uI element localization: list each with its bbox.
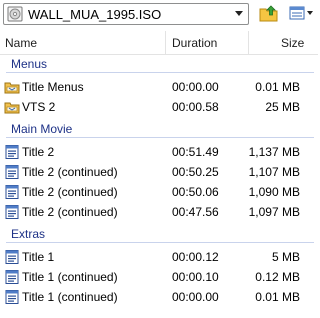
folder-up-button[interactable]: [257, 3, 281, 25]
group-label: Main Movie: [11, 122, 73, 136]
menu-folder-icon: [4, 79, 20, 95]
item-duration: 00:50.06: [172, 185, 219, 199]
group-label: Menus: [11, 57, 48, 71]
title-icon: [4, 144, 20, 160]
title-icon: [4, 269, 20, 285]
list-item[interactable]: Title 1 (continued) 00:00.10 0.12 MB: [0, 267, 318, 287]
item-name: Title Menus: [22, 80, 84, 94]
toolbar: WALL_MUA_1995.ISO: [0, 0, 318, 30]
group-header[interactable]: Menus: [0, 56, 318, 74]
item-name: Title 1 (continued): [22, 290, 118, 304]
list-item[interactable]: Title 2 00:51.49 1,137 MB: [0, 142, 318, 162]
item-name: VTS 2: [22, 100, 56, 114]
item-size: 1,137 MB: [248, 145, 300, 159]
list-item[interactable]: Title Menus 00:00.00 0.01 MB: [0, 77, 318, 97]
title-icon: [4, 184, 20, 200]
title-list: Menus Title Menus 00:00.00 0.01 MB VTS 2 00:0…: [0, 56, 318, 318]
group-header[interactable]: Extras: [0, 226, 318, 244]
column-header: Name Duration Size: [0, 31, 318, 55]
title-icon: [4, 164, 20, 180]
disc-selector[interactable]: WALL_MUA_1995.ISO: [3, 3, 249, 25]
group-divider: [6, 72, 314, 73]
item-duration: 00:50.25: [172, 165, 219, 179]
column-size[interactable]: Size: [281, 36, 304, 50]
item-size: 0.12 MB: [255, 270, 300, 284]
list-item[interactable]: Title 2 (continued) 00:50.25 1,107 MB: [0, 162, 318, 182]
list-item[interactable]: Title 1 00:00.12 5 MB: [0, 247, 318, 267]
item-size: 1,097 MB: [248, 205, 300, 219]
item-duration: 00:00.00: [172, 290, 219, 304]
item-name: Title 2: [22, 145, 55, 159]
column-divider[interactable]: [165, 31, 166, 55]
item-duration: 00:47.56: [172, 205, 219, 219]
column-name[interactable]: Name: [5, 36, 37, 50]
column-divider[interactable]: [248, 31, 249, 55]
item-size: 25 MB: [265, 100, 300, 114]
item-size: 1,090 MB: [248, 185, 300, 199]
list-item[interactable]: Title 2 (continued) 00:47.56 1,097 MB: [0, 202, 318, 222]
item-duration: 00:00.10: [172, 270, 219, 284]
column-duration[interactable]: Duration: [172, 36, 217, 50]
item-name: Title 2 (continued): [22, 205, 118, 219]
group-label: Extras: [11, 227, 46, 241]
item-size: 0.01 MB: [255, 80, 300, 94]
group-divider: [6, 137, 314, 138]
view-menu-icon: [289, 5, 315, 24]
item-duration: 00:00.12: [172, 250, 219, 264]
menu-folder-icon: [4, 99, 20, 115]
view-options-button[interactable]: [288, 3, 316, 25]
item-name: Title 2 (continued): [22, 165, 118, 179]
item-size: 0.01 MB: [255, 290, 300, 304]
item-duration: 00:00.00: [172, 80, 219, 94]
title-icon: [4, 204, 20, 220]
group-header[interactable]: Main Movie: [0, 121, 318, 139]
disc-icon: [7, 6, 23, 22]
disc-name: WALL_MUA_1995.ISO: [28, 7, 162, 22]
item-duration: 00:00.58: [172, 100, 219, 114]
list-item[interactable]: VTS 2 00:00.58 25 MB: [0, 97, 318, 117]
item-name: Title 1: [22, 250, 55, 264]
title-icon: [4, 249, 20, 265]
title-icon: [4, 289, 20, 305]
list-item[interactable]: Title 1 (continued) 00:00.00 0.01 MB: [0, 287, 318, 307]
item-size: 1,107 MB: [248, 165, 300, 179]
item-size: 5 MB: [271, 250, 300, 264]
list-item[interactable]: Title 2 (continued) 00:50.06 1,090 MB: [0, 182, 318, 202]
group-divider: [6, 242, 314, 243]
folder-up-icon: [259, 4, 279, 25]
item-name: Title 1 (continued): [22, 270, 118, 284]
dropdown-arrow-icon[interactable]: [230, 4, 248, 24]
item-duration: 00:51.49: [172, 145, 219, 159]
item-name: Title 2 (continued): [22, 185, 118, 199]
